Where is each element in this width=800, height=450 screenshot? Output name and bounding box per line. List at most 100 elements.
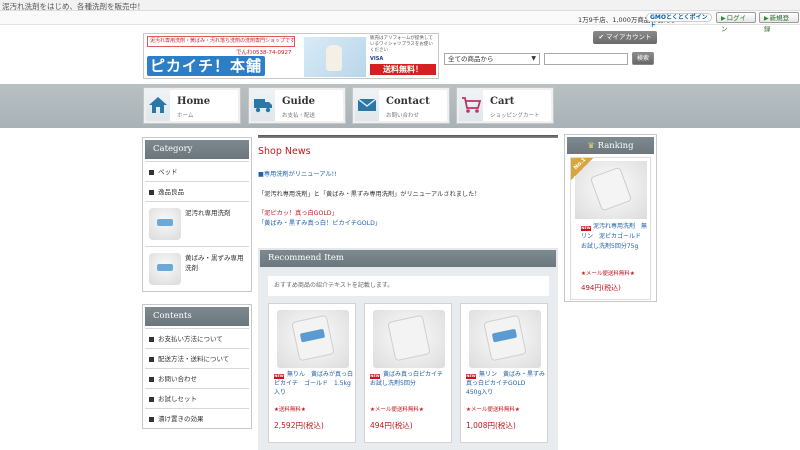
ranking-item[interactable]: No.1 NEW 泥汚れ専用洗剤 無リン 泥ピカゴールド お試し洗剤5回分75g… xyxy=(570,157,651,300)
bag-label-image xyxy=(491,328,518,343)
category-item-label: 逸品良品 xyxy=(158,188,184,196)
news-headline[interactable]: ■専用洗剤がリニューアル!! xyxy=(258,170,558,180)
contents-item-label: 漬け置きの効果 xyxy=(158,415,204,423)
arrow-right-icon: ▶ xyxy=(764,15,769,22)
main-content: Shop News ■専用洗剤がリニューアル!! 「泥汚れ専用洗剤」と「黄ばみ・… xyxy=(258,135,558,450)
category-panel: Category ペッド 逸品良品 泥汚れ専用洗剤 黄ばみ・黒ずみ専用洗剤 xyxy=(142,137,252,292)
shop-news-title: Shop News xyxy=(258,146,311,157)
bullet-icon xyxy=(149,377,154,382)
mascot-figure xyxy=(326,45,342,71)
category-item-label: ペッド xyxy=(158,168,178,176)
top-bar: 泥汚れ洗剤をはじめ、各種洗剤を販売中！ xyxy=(0,0,800,11)
gmo-logo-text: GMOとくとくポイント xyxy=(650,14,708,29)
card-brands: VISA xyxy=(370,56,384,62)
rank-badge: No.1 xyxy=(571,156,593,180)
nav-guide-label: Guide xyxy=(282,96,315,107)
nav-guide-sub: お支払・配送 xyxy=(282,113,316,119)
bullet-icon xyxy=(149,417,154,422)
gmo-points-logo[interactable]: GMOとくとくポイント xyxy=(646,13,712,29)
nav-contact[interactable]: Contact お問い合わせ xyxy=(352,87,450,124)
left-sidebar: Category ペッド 逸品良品 泥汚れ専用洗剤 黄ばみ・黒ずみ専用洗剤 Co… xyxy=(142,137,252,429)
banner-side-text: 販売はアリフォームが提供しているワイシャツプラスをお使いください xyxy=(370,36,433,53)
banner-phone: でんわ0538-74-0927 xyxy=(236,50,292,56)
nav-home[interactable]: Home ホーム xyxy=(143,87,241,124)
product-image xyxy=(469,310,541,368)
contents-item-shipping[interactable]: 配送方法・送料について xyxy=(145,348,249,368)
product-image xyxy=(373,310,445,368)
contents-item-soaking[interactable]: 漬け置きの効果 xyxy=(145,408,249,428)
product-shipping: ★送料無料★ xyxy=(274,407,306,413)
bullet-icon xyxy=(149,190,154,195)
ranking-product-price: 494円(税込) xyxy=(581,284,621,292)
news-link-gold-yellow[interactable]: 「黄ばみ・黒ずみ真っ白！ピカイチGOLD」 xyxy=(258,220,381,227)
product-card[interactable]: NEW 黄ばみ真っ白ピカイチ お試し洗剤5回分 ★メール便送料無料★ 494円(… xyxy=(364,303,452,443)
ranking-product-shipping: ★メール便送料無料★ xyxy=(581,271,635,277)
nav-cart[interactable]: Cart ショッピングカート xyxy=(456,87,554,124)
category-item-goods[interactable]: 逸品良品 xyxy=(145,181,249,201)
my-account-label: マイアカウント xyxy=(606,33,652,41)
product-price: 1,008円(税込) xyxy=(466,421,516,430)
product-price: 494円(税込) xyxy=(370,421,413,430)
search-category-select[interactable]: 全ての商品から ▼ xyxy=(444,53,540,65)
contents-item-payment[interactable]: お支払い方法について xyxy=(145,328,249,348)
recommend-area: おすすめ商品の紹介テキストを記載します。 NEW 無りん 黄ばみが真っ白ピカイチ… xyxy=(258,269,558,450)
free-shipping-badge: 送料無料！ xyxy=(370,64,436,75)
cart-icon xyxy=(459,90,483,121)
login-button[interactable]: ▶ログイン xyxy=(716,12,756,33)
news-text: 「泥汚れ専用洗剤」と「黄ばみ・黒ずみ専用洗剤」がリニューアルされました！ xyxy=(258,190,481,198)
nav-home-label: Home xyxy=(177,96,211,107)
contents-item-label: お支払い方法について xyxy=(158,335,223,343)
crown-icon: ♛ xyxy=(587,141,595,150)
main-navigation: Home ホーム Guide お支払・配送 Contact お問い合わせ Car… xyxy=(0,84,800,128)
home-icon xyxy=(146,90,170,121)
product-price: 2,592円(税込) xyxy=(274,421,324,430)
recommend-title: Recommend Item xyxy=(258,248,558,269)
product-name[interactable]: 無りん 黄ばみが真っ白ピカイチ ゴールド 1.5kg入り xyxy=(274,370,354,397)
rank-badge-label: No.1 xyxy=(572,156,588,172)
category-title: Category xyxy=(145,140,249,159)
category-item-label: 泥汚れ専用洗剤 xyxy=(185,209,231,217)
chevron-down-icon: ▼ xyxy=(531,55,536,62)
ranking-title: Ranking xyxy=(597,141,634,151)
product-card[interactable]: NEW 無リン 黄ばみ・黒ずみ真っ白ピカイチGOLD 450g入り ★メール便送… xyxy=(460,303,548,443)
check-icon: ✔ xyxy=(598,33,606,41)
detergent-bag-image xyxy=(483,314,527,362)
banner-side: 販売はアリフォームが提供しているワイシャツプラスをお使いください VISA 送料… xyxy=(370,36,436,78)
nav-contact-label: Contact xyxy=(386,96,430,107)
contents-item-contact[interactable]: お問い合わせ xyxy=(145,368,249,388)
detergent-bag-image xyxy=(387,314,431,362)
bullet-icon xyxy=(149,337,154,342)
register-button[interactable]: ▶新規登録 xyxy=(759,12,799,33)
bullet-icon xyxy=(149,170,154,175)
news-link-gold-mud[interactable]: 「泥ピカッ！真っ白GOLD」 xyxy=(258,210,338,217)
category-item-yellowing-detergent[interactable]: 黄ばみ・黒ずみ専用洗剤 xyxy=(145,246,249,291)
nav-guide[interactable]: Guide お支払・配送 xyxy=(248,87,346,124)
banner-note: 泥汚れ専用洗剤・黄ばみ・汚れ落ち洗剤の洗剤専門ショップです！ xyxy=(147,36,295,47)
bullet-icon xyxy=(149,397,154,402)
nav-contact-sub: お問い合わせ xyxy=(386,113,420,119)
search-input[interactable] xyxy=(544,53,628,65)
search-button[interactable]: 検索 xyxy=(632,52,654,65)
contents-title: Contents xyxy=(145,307,249,326)
product-name[interactable]: 黄ばみ真っ白ピカイチ お試し洗剤5回分 xyxy=(370,370,450,388)
recommend-intro: おすすめ商品の紹介テキストを記載します。 xyxy=(268,276,549,296)
search-category-value: 全ての商品から xyxy=(448,55,494,63)
category-thumbnail xyxy=(149,208,181,240)
account-bar: 1万9千店、1,000万商品で使える GMOとくとくポイント ▶ログイン ▶新規… xyxy=(0,11,800,33)
shop-news-body: ■専用洗剤がリニューアル!! 「泥汚れ専用洗剤」と「黄ばみ・黒ずみ専用洗剤」がリ… xyxy=(258,170,558,228)
contents-item-label: お試しセット xyxy=(158,395,197,403)
banner-map-image xyxy=(304,37,366,77)
detergent-bag-image xyxy=(589,166,633,212)
truck-icon xyxy=(251,90,275,121)
shop-logo-banner[interactable]: 泥汚れ専用洗剤・黄ばみ・汚れ落ち洗剤の洗剤専門ショップです！ でんわ0538-7… xyxy=(143,33,439,79)
product-card[interactable]: NEW 無りん 黄ばみが真っ白ピカイチ ゴールド 1.5kg入り ★送料無料★ … xyxy=(268,303,356,443)
contents-item-trial-set[interactable]: お試しセット xyxy=(145,388,249,408)
ranking-product-name[interactable]: 泥汚れ専用洗剤 無リン 泥ピカゴールド お試し洗剤5回分75g xyxy=(581,222,649,252)
nav-cart-sub: ショッピングカート xyxy=(490,113,540,119)
nav-cart-label: Cart xyxy=(490,96,515,107)
category-item-bed[interactable]: ペッド xyxy=(145,161,249,181)
my-account-button[interactable]: ✔ マイアカウント xyxy=(593,31,657,44)
category-item-label: 黄ばみ・黒ずみ専用洗剤 xyxy=(185,254,244,272)
category-item-mud-detergent[interactable]: 泥汚れ専用洗剤 xyxy=(145,201,249,246)
product-name[interactable]: 無リン 黄ばみ・黒ずみ真っ白ピカイチGOLD 450g入り xyxy=(466,370,546,397)
